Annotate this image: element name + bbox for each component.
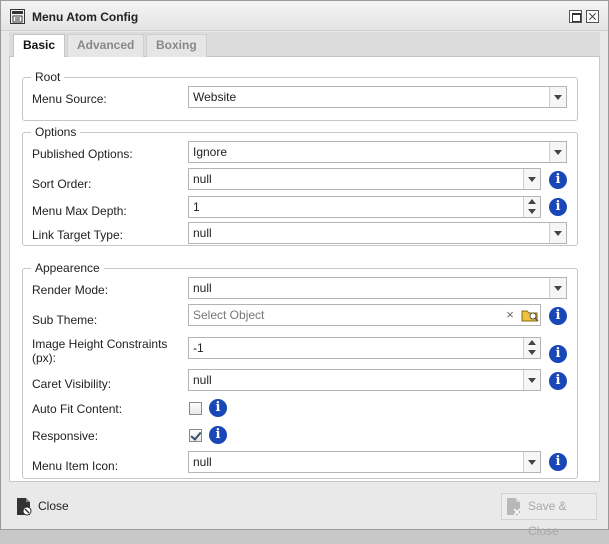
menu-source-select[interactable]: Website — [188, 86, 567, 108]
auto-fit-content-checkbox[interactable] — [189, 402, 202, 415]
menu-max-depth-label: Menu Max Depth: — [32, 204, 127, 218]
save-close-button-label: Save & Close — [528, 499, 567, 538]
appearance-legend: Appearence — [31, 261, 104, 275]
chevron-down-icon[interactable] — [523, 169, 540, 189]
sub-theme-label: Sub Theme: — [32, 313, 98, 327]
tab-advanced[interactable]: Advanced — [67, 34, 145, 57]
close-window-icon[interactable] — [586, 10, 599, 23]
stepper-arrows — [523, 197, 540, 217]
document-save-icon — [507, 498, 521, 516]
info-icon[interactable]: i — [549, 345, 567, 363]
caret-visibility-select[interactable]: null — [188, 369, 541, 391]
sub-theme-object-picker[interactable]: Select Object × — [188, 304, 541, 326]
render-mode-label: Render Mode: — [32, 283, 109, 297]
decrement-icon[interactable] — [524, 207, 540, 217]
menu-source-value: Website — [193, 90, 237, 104]
tab-bar: Basic Advanced Boxing — [9, 32, 600, 58]
increment-icon[interactable] — [524, 338, 540, 348]
menu-item-icon-label: Menu Item Icon: — [32, 459, 119, 473]
close-button[interactable]: Close — [11, 493, 73, 520]
folder-browse-icon[interactable] — [521, 307, 539, 323]
render-mode-value: null — [193, 281, 212, 295]
sort-order-value: null — [193, 172, 212, 186]
tab-content-basic: Root Menu Source: Website Options Publis… — [9, 57, 600, 482]
image-height-label-line1: Image Height Constraints — [32, 337, 168, 351]
dialog-title: Menu Atom Config — [32, 10, 139, 24]
link-target-type-value: null — [193, 226, 212, 240]
tab-boxing[interactable]: Boxing — [146, 34, 207, 57]
chevron-down-icon[interactable] — [523, 370, 540, 390]
info-icon[interactable]: i — [549, 453, 567, 471]
responsive-checkbox[interactable] — [189, 429, 202, 442]
image-height-label-line2: (px): — [32, 351, 56, 365]
title-bar[interactable]: Menu Atom Config — [1, 1, 608, 31]
render-mode-select[interactable]: null — [188, 277, 567, 299]
published-options-label: Published Options: — [32, 147, 133, 161]
menu-max-depth-stepper[interactable]: 1 — [188, 196, 541, 218]
chevron-down-icon[interactable] — [549, 278, 566, 298]
auto-fit-content-label: Auto Fit Content: — [32, 402, 123, 416]
save-close-button[interactable]: Save & Close — [501, 493, 597, 538]
menu-source-label: Menu Source: — [32, 92, 107, 106]
caret-visibility-label: Caret Visibility: — [32, 377, 112, 391]
link-target-type-select[interactable]: null — [188, 222, 567, 244]
clear-icon[interactable]: × — [502, 305, 518, 325]
caret-visibility-value: null — [193, 373, 212, 387]
image-height-stepper[interactable]: -1 — [188, 337, 541, 359]
info-icon[interactable]: i — [549, 198, 567, 216]
sort-order-label: Sort Order: — [32, 177, 92, 191]
atom-config-icon — [10, 9, 25, 24]
sort-order-select[interactable]: null — [188, 168, 541, 190]
tab-basic[interactable]: Basic — [13, 34, 66, 58]
info-icon[interactable]: i — [209, 426, 227, 444]
close-button-label: Close — [38, 499, 69, 513]
image-height-value: -1 — [193, 341, 204, 355]
published-options-value: Ignore — [193, 145, 228, 159]
info-icon[interactable]: i — [549, 307, 567, 325]
root-legend: Root — [31, 70, 65, 84]
chevron-down-icon[interactable] — [549, 87, 566, 107]
info-icon[interactable]: i — [549, 372, 567, 390]
info-icon[interactable]: i — [549, 171, 567, 189]
dialog-footer: Close Save & Close — [1, 486, 608, 538]
decrement-icon[interactable] — [524, 348, 540, 358]
options-legend: Options — [31, 125, 81, 139]
chevron-down-icon[interactable] — [549, 142, 566, 162]
sub-theme-placeholder: Select Object — [193, 308, 265, 322]
responsive-label: Responsive: — [32, 429, 99, 443]
increment-icon[interactable] — [524, 197, 540, 207]
published-options-select[interactable]: Ignore — [188, 141, 567, 163]
chevron-down-icon[interactable] — [523, 452, 540, 472]
chevron-down-icon[interactable] — [549, 223, 566, 243]
stepper-arrows — [523, 338, 540, 358]
maximize-icon[interactable] — [569, 10, 582, 23]
menu-item-icon-select[interactable]: null — [188, 451, 541, 473]
menu-max-depth-value: 1 — [193, 200, 200, 214]
info-icon[interactable]: i — [209, 399, 227, 417]
link-target-type-label: Link Target Type: — [32, 228, 123, 242]
menu-atom-config-dialog: Menu Atom Config Basic Advanced Boxing R… — [0, 0, 609, 538]
menu-item-icon-value: null — [193, 455, 212, 469]
document-close-icon — [17, 498, 32, 516]
